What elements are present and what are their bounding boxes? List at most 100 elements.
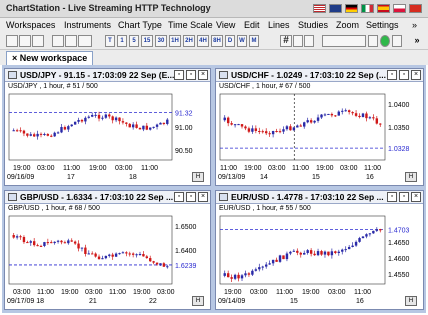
x-tick-label: 19:00 <box>316 165 334 172</box>
chart-panel-gbpusd[interactable]: GBP/USD - 1.6334 - 17:03:10 22 Sep ... ▫… <box>4 190 211 310</box>
candle-body <box>152 261 155 263</box>
candle-body <box>368 233 372 235</box>
menu-settings[interactable]: Settings <box>366 20 399 30</box>
new-chart-icon[interactable] <box>6 35 18 47</box>
menu-workspaces[interactable]: Workspaces <box>6 20 55 30</box>
candle-body <box>73 121 77 125</box>
scroll-right-icon[interactable]: H <box>405 296 417 306</box>
timeframe-d[interactable]: D <box>225 35 235 47</box>
candle-body <box>323 114 327 116</box>
candle-body <box>162 122 166 124</box>
minimize-icon[interactable]: ▫ <box>174 192 184 202</box>
candle-body <box>111 254 114 257</box>
date-label: 09/13/09 <box>218 174 246 181</box>
flag-us-icon[interactable] <box>313 4 326 13</box>
timeframe-2h[interactable]: 2H <box>183 35 195 47</box>
candle-body <box>15 130 19 132</box>
toolbar-overflow-icon[interactable]: » <box>412 35 422 47</box>
menu-studies[interactable]: Studies <box>298 20 328 30</box>
candlestick-icon[interactable] <box>52 35 64 47</box>
timeframe-w[interactable]: W <box>237 35 247 47</box>
timeframe-15[interactable]: 15 <box>141 35 153 47</box>
minimize-icon[interactable]: ▫ <box>387 192 397 202</box>
candle-body <box>344 249 347 251</box>
indicator-icon[interactable] <box>368 35 378 47</box>
candlestick-chart[interactable]: 1.6500 1.6400 1.6239 <box>5 204 212 288</box>
menu-zoom[interactable]: Zoom <box>336 20 359 30</box>
close-tab-icon[interactable]: × <box>12 53 17 63</box>
bar-chart-icon[interactable] <box>65 35 77 47</box>
flag-it-icon[interactable] <box>361 4 374 13</box>
chart-panel-usdjpy[interactable]: USD/JPY - 91.15 - 17:03:09 22 Sep (E... … <box>4 68 211 186</box>
chart-panel-eurusd[interactable]: EUR/USD - 1.4778 - 17:03:10 22 Sep ... ▫… <box>215 190 424 310</box>
restore-icon[interactable]: ▫ <box>399 192 409 202</box>
close-icon[interactable]: × <box>411 70 421 80</box>
pointer-icon[interactable] <box>392 35 402 47</box>
candle-body <box>254 269 258 271</box>
menu-chart-type[interactable]: Chart Type <box>118 20 162 30</box>
candle-body <box>226 273 230 278</box>
close-icon[interactable]: × <box>198 192 208 202</box>
menu-lines[interactable]: Lines <box>268 20 290 30</box>
scroll-right-icon[interactable]: H <box>192 172 204 182</box>
crosshair-icon[interactable] <box>304 35 314 47</box>
candle-body <box>60 127 63 133</box>
scroll-right-icon[interactable]: H <box>405 172 417 182</box>
flag-uk-icon[interactable] <box>329 4 342 13</box>
candle-body <box>131 253 135 255</box>
menu-instruments[interactable]: Instruments <box>64 20 111 30</box>
candle-body <box>251 128 254 132</box>
chart-panel-usdchf[interactable]: USD/CHF - 1.0249 - 17:03:10 22 Sep (... … <box>215 68 424 186</box>
date-label: 16 <box>366 174 374 181</box>
tab-new-workspace[interactable]: × New workspace <box>6 51 94 65</box>
candle-body <box>258 267 261 270</box>
candle-body <box>327 251 330 256</box>
timeframe-t[interactable]: T <box>105 35 115 47</box>
open-icon[interactable] <box>19 35 31 47</box>
flag-de-icon[interactable] <box>345 4 358 13</box>
language-flags <box>313 4 422 13</box>
x-tick-label: 11:00 <box>63 165 80 172</box>
cursor-icon[interactable] <box>293 35 303 47</box>
restore-icon[interactable]: ▫ <box>399 70 409 80</box>
menu-time-scale[interactable]: Time Scale <box>168 20 213 30</box>
flag-pl-icon[interactable] <box>393 4 406 13</box>
minimize-icon[interactable]: ▫ <box>387 70 397 80</box>
restore-icon[interactable]: ▫ <box>186 192 196 202</box>
timeframe-5[interactable]: 5 <box>129 35 139 47</box>
date-label: 17 <box>67 174 75 181</box>
candle-body <box>138 127 142 130</box>
green-status-icon[interactable] <box>380 35 390 47</box>
menu-view[interactable]: View <box>216 20 235 30</box>
timeframe-4h[interactable]: 4H <box>197 35 209 47</box>
menu-edit[interactable]: Edit <box>244 20 260 30</box>
restore-icon[interactable]: ▫ <box>186 70 196 80</box>
timeframe-1h[interactable]: 1H <box>169 35 181 47</box>
candlestick-chart[interactable]: 91.32 91.00 90.50 <box>5 82 212 164</box>
x-tick-label: 03:00 <box>157 289 175 296</box>
timeframe-8h[interactable]: 8H <box>211 35 223 47</box>
line-chart-icon[interactable] <box>78 35 92 47</box>
candlestick-chart[interactable]: 1.4703 1.4650 1.4600 1.4550 <box>216 204 425 288</box>
x-tick-label: 19:00 <box>244 165 262 172</box>
minimize-icon[interactable]: ▫ <box>174 70 184 80</box>
lines-icon[interactable] <box>322 35 366 47</box>
flag-ch-icon[interactable] <box>409 4 422 13</box>
grid-icon[interactable]: # <box>280 35 292 47</box>
x-axis: 11:00 19:00 03:00 11:00 19:00 03:00 11:0… <box>216 165 425 185</box>
candle-body <box>237 124 240 126</box>
timeframe-1[interactable]: 1 <box>117 35 127 47</box>
timeframe-m[interactable]: M <box>249 35 259 47</box>
candle-body <box>313 253 316 256</box>
menu-overflow[interactable]: » <box>412 20 417 30</box>
candle-body <box>351 245 354 247</box>
flag-es-icon[interactable] <box>377 4 390 13</box>
candlestick-chart[interactable]: 1.0400 1.0350 1.0328 <box>216 82 425 164</box>
scroll-right-icon[interactable]: H <box>192 296 204 306</box>
close-icon[interactable]: × <box>198 70 208 80</box>
x-tick-label: 03:00 <box>328 289 346 296</box>
save-icon[interactable] <box>32 35 44 47</box>
close-icon[interactable]: × <box>411 192 421 202</box>
timeframe-30[interactable]: 30 <box>155 35 167 47</box>
candle-body <box>12 130 15 132</box>
